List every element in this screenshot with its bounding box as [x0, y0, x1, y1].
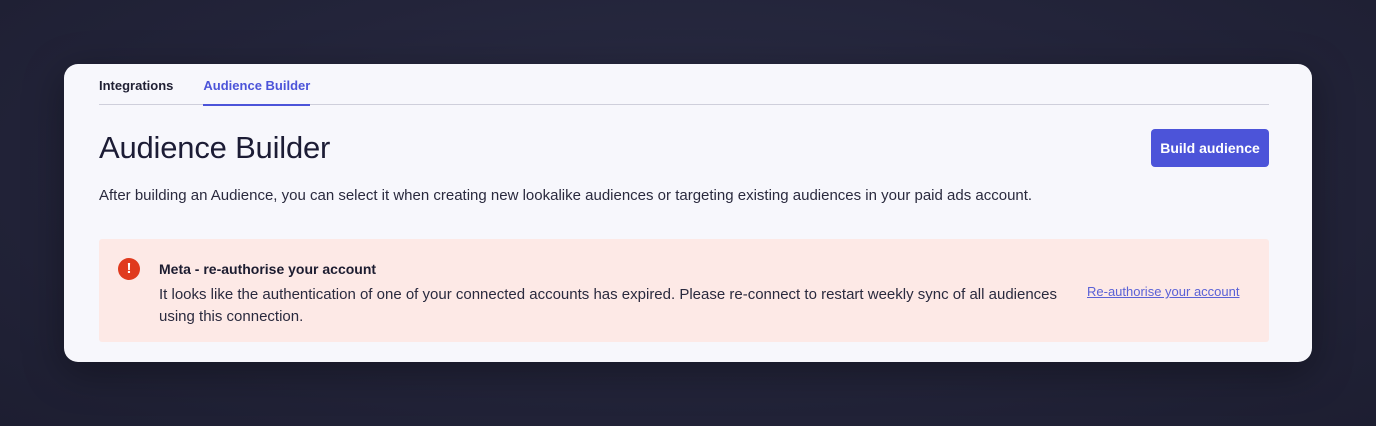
reauthorise-alert: ! Meta - re-authorise your account It lo… — [99, 239, 1269, 342]
exclamation-icon: ! — [118, 258, 140, 280]
build-audience-button[interactable]: Build audience — [1151, 129, 1269, 167]
tab-audience-builder[interactable]: Audience Builder — [203, 64, 310, 106]
tab-bar: Integrations Audience Builder — [99, 64, 1269, 106]
tab-integrations[interactable]: Integrations — [99, 64, 173, 105]
alert-title: Meta - re-authorise your account — [159, 261, 377, 277]
audience-builder-card: Integrations Audience Builder Audience B… — [64, 64, 1312, 362]
page-description: After building an Audience, you can sele… — [99, 187, 1033, 204]
alert-message: It looks like the authentication of one … — [159, 286, 1058, 325]
page-title: Audience Builder — [99, 130, 331, 165]
reauthorise-account-link[interactable]: Re-authorise your account — [1087, 284, 1239, 299]
